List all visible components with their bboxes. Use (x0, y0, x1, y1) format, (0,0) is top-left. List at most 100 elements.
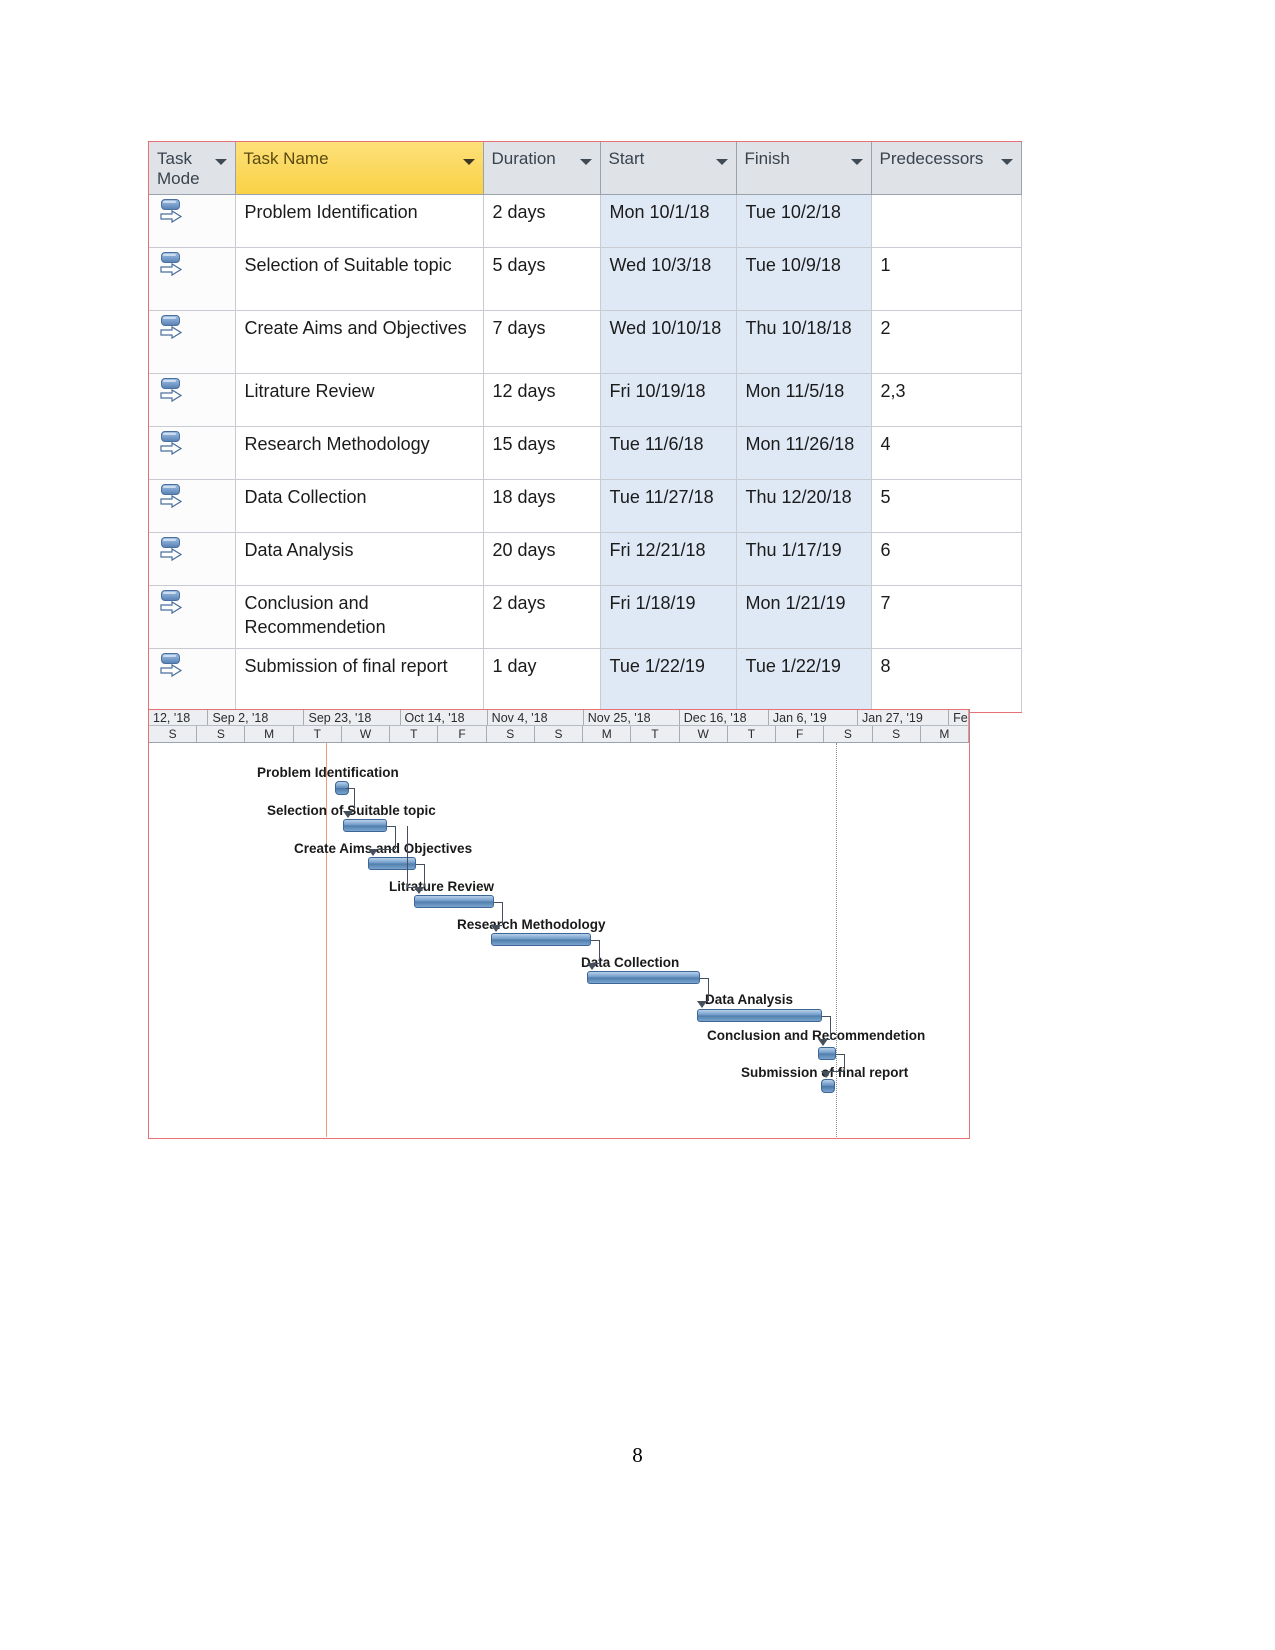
cell-task-mode[interactable] (149, 247, 236, 312)
cell-task-mode[interactable] (149, 426, 236, 481)
cell-finish[interactable]: Tue 10/2/18 (736, 194, 872, 249)
cell-task-name[interactable]: Submission of final report (235, 648, 484, 712)
cell-duration[interactable]: 15 days (483, 426, 601, 481)
cell-start[interactable]: Tue 1/22/19 (600, 648, 737, 712)
cell-duration[interactable]: 5 days (483, 247, 601, 312)
table-row[interactable]: Research Methodology 15 days Tue 11/6/18 Mo… (149, 426, 1022, 481)
timeline-week-label: 12, '18 (149, 710, 209, 725)
cell-predecessors[interactable]: 2 (871, 310, 1022, 375)
cell-finish[interactable]: Thu 10/18/18 (736, 310, 872, 375)
timeline-day-label: T (727, 726, 777, 742)
timeline-day-label: S (872, 726, 921, 742)
cell-task-name[interactable]: Litrature Review (235, 373, 484, 428)
cell-predecessors[interactable]: 7 (871, 585, 1022, 650)
cell-start[interactable]: Wed 10/3/18 (600, 247, 737, 312)
cell-task-name[interactable]: Data Collection (235, 479, 484, 534)
chevron-down-icon[interactable] (462, 159, 475, 165)
cell-predecessors[interactable]: 8 (871, 648, 1022, 712)
cell-duration[interactable]: 7 days (483, 310, 601, 375)
cell-task-name[interactable]: Create Aims and Objectives (235, 310, 484, 375)
column-header-predecessors[interactable]: Predecessors (871, 142, 1022, 196)
cell-duration[interactable]: 1 day (483, 648, 601, 712)
cell-task-name[interactable]: Conclusion and Recommendetion (235, 585, 484, 650)
timeline-day-label: S (824, 726, 873, 742)
gantt-link-line (599, 940, 600, 963)
cell-start[interactable]: Fri 1/18/19 (600, 585, 737, 650)
timeline-day-label: S (197, 726, 246, 742)
cell-task-name[interactable]: Selection of Suitable topic (235, 247, 484, 312)
column-header-task-name[interactable]: Task Name (235, 142, 484, 196)
column-header-finish[interactable]: Finish (736, 142, 872, 196)
cell-finish[interactable]: Thu 12/20/18 (736, 479, 872, 534)
gantt-link-line (836, 1054, 844, 1055)
cell-task-mode[interactable] (149, 373, 236, 428)
cell-task-mode[interactable] (149, 310, 236, 375)
column-header-start[interactable]: Start (600, 142, 737, 196)
task-grid-body: Problem Identification 2 days Mon 10/1/18 T… (149, 194, 1022, 712)
cell-task-name[interactable]: Research Methodology (235, 426, 484, 481)
cell-task-mode[interactable] (149, 194, 236, 249)
cell-task-name[interactable]: Problem Identification (235, 194, 484, 249)
chevron-down-icon[interactable] (715, 159, 728, 165)
cell-predecessors[interactable]: 5 (871, 479, 1022, 534)
cell-duration[interactable]: 2 days (483, 585, 601, 650)
cell-finish[interactable]: Mon 11/26/18 (736, 426, 872, 481)
gantt-link-arrow (818, 1039, 828, 1046)
gantt-bar[interactable] (491, 933, 591, 946)
cell-start[interactable]: Tue 11/6/18 (600, 426, 737, 481)
table-row[interactable]: Data Analysis 20 days Fri 12/21/18 Thu 1/17… (149, 532, 1022, 587)
chevron-down-icon[interactable] (579, 159, 592, 165)
cell-start[interactable]: Fri 10/19/18 (600, 373, 737, 428)
cell-duration[interactable]: 12 days (483, 373, 601, 428)
chevron-down-icon[interactable] (214, 159, 227, 165)
timeline-day-label: M (583, 726, 632, 742)
chevron-down-icon[interactable] (1000, 159, 1013, 165)
chevron-down-icon[interactable] (850, 159, 863, 165)
cell-predecessors[interactable]: 1 (871, 247, 1022, 312)
cell-predecessors[interactable]: 4 (871, 426, 1022, 481)
cell-finish[interactable]: Tue 1/22/19 (736, 648, 872, 712)
cell-task-mode[interactable] (149, 585, 236, 650)
cell-task-mode[interactable] (149, 532, 236, 587)
cell-duration[interactable]: 18 days (483, 479, 601, 534)
gantt-bar[interactable] (697, 1009, 822, 1022)
cell-finish[interactable]: Mon 1/21/19 (736, 585, 872, 650)
gantt-link-line (395, 826, 396, 849)
table-row[interactable]: Selection of Suitable topic 5 days Wed 10/… (149, 247, 1022, 312)
cell-start[interactable]: Tue 11/27/18 (600, 479, 737, 534)
cell-finish[interactable]: Tue 10/9/18 (736, 247, 872, 312)
table-row[interactable]: Conclusion and Recommendetion 2 days Fri 1… (149, 585, 1022, 650)
gantt-bar[interactable] (414, 895, 494, 908)
table-row[interactable]: Data Collection 18 days Tue 11/27/18 Thu 12… (149, 479, 1022, 534)
gantt-link-arrow (587, 963, 597, 970)
cell-predecessors[interactable]: 2,3 (871, 373, 1022, 428)
cell-task-mode[interactable] (149, 648, 236, 712)
gantt-bar[interactable] (343, 819, 387, 832)
cell-duration[interactable]: 20 days (483, 532, 601, 587)
cell-start[interactable]: Mon 10/1/18 (600, 194, 737, 249)
cell-task-name[interactable]: Data Analysis (235, 532, 484, 587)
table-row[interactable]: Litrature Review 12 days Fri 10/19/18 Mon 1… (149, 373, 1022, 428)
gantt-bar[interactable] (818, 1047, 836, 1060)
cell-finish[interactable]: Mon 11/5/18 (736, 373, 872, 428)
cell-predecessors[interactable] (871, 194, 1022, 249)
cell-start[interactable]: Wed 10/10/18 (600, 310, 737, 375)
table-row[interactable]: Problem Identification 2 days Mon 10/1/18 T… (149, 194, 1022, 249)
table-row[interactable]: Submission of final report 1 day Tue 1/22/… (149, 648, 1022, 712)
column-header-start-label: Start (608, 149, 645, 168)
cell-finish[interactable]: Thu 1/17/19 (736, 532, 872, 587)
gantt-link-line (387, 826, 395, 827)
cell-predecessors[interactable]: 6 (871, 532, 1022, 587)
cell-task-mode[interactable] (149, 479, 236, 534)
column-header-task-mode[interactable]: Task Mode (149, 142, 236, 196)
gantt-bar-label: Litrature Review (389, 879, 495, 894)
gantt-bar[interactable] (821, 1079, 835, 1093)
cell-duration[interactable]: 2 days (483, 194, 601, 249)
gantt-link-line (591, 940, 599, 941)
timeline-day-label: T (631, 726, 680, 742)
table-row[interactable]: Create Aims and Objectives 7 days Wed 10/1… (149, 310, 1022, 375)
gantt-bar[interactable] (587, 971, 700, 984)
cell-start[interactable]: Fri 12/21/18 (600, 532, 737, 587)
gantt-bar[interactable] (368, 857, 416, 870)
column-header-duration[interactable]: Duration (483, 142, 601, 196)
